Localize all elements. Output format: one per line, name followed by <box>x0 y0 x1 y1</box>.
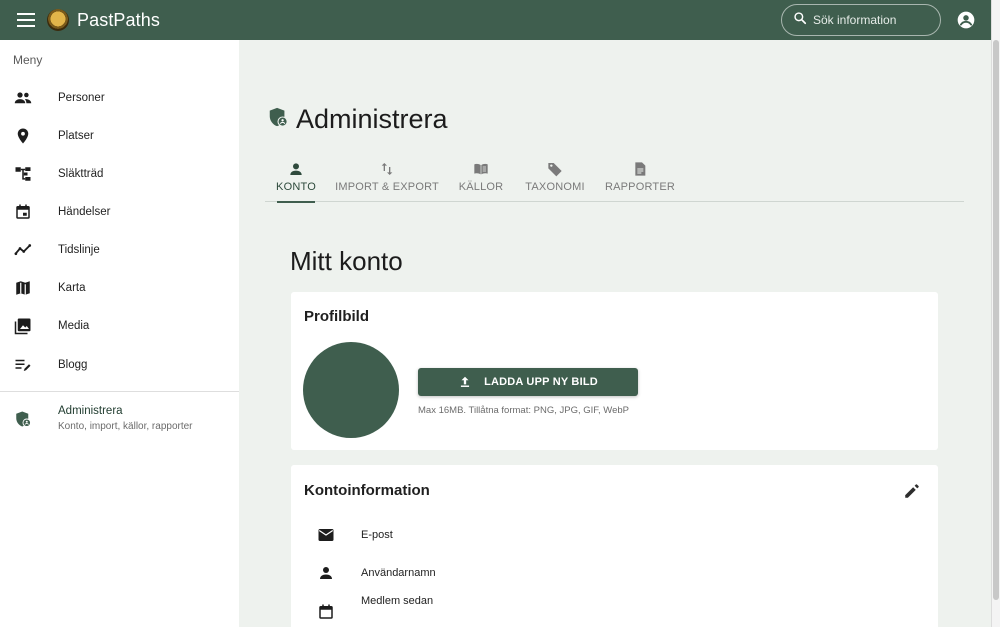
sidebar-item-platser[interactable]: Platser <box>0 117 239 155</box>
sidebar-item-label: Platser <box>58 130 94 142</box>
sidebar-divider <box>0 391 239 392</box>
calendar-icon <box>14 203 32 221</box>
app-bar: PastPaths <box>0 0 991 40</box>
sidebar-item-karta[interactable]: Karta <box>0 269 239 307</box>
tab-label: IMPORT & EXPORT <box>335 181 439 193</box>
account-circle-icon[interactable] <box>956 10 976 30</box>
sidebar-item-label: Administrera <box>58 405 123 417</box>
person-icon <box>317 564 335 582</box>
scrollbar-thumb[interactable] <box>993 40 999 600</box>
search-box[interactable] <box>781 4 941 36</box>
sidebar-item-label: Tidslinje <box>58 244 100 256</box>
import-export-icon <box>379 161 395 177</box>
tab-import-export[interactable]: IMPORT & EXPORT <box>335 155 439 202</box>
tab-taxonomi[interactable]: TAXONOMI <box>525 155 585 202</box>
sidebar-item-media[interactable]: Media <box>0 307 239 345</box>
search-icon <box>793 11 807 30</box>
app-title[interactable]: PastPaths <box>77 10 160 31</box>
document-icon <box>632 161 648 177</box>
tab-konto[interactable]: KONTO <box>276 155 316 203</box>
people-icon <box>14 89 32 107</box>
tab-rapporter[interactable]: RAPPORTER <box>604 155 676 202</box>
sidebar-item-personer[interactable]: Personer <box>0 79 239 117</box>
page-header: Administrera <box>267 104 448 135</box>
page-title: Administrera <box>296 104 448 134</box>
tab-label: RAPPORTER <box>604 181 676 193</box>
edit-notes-icon <box>14 356 32 374</box>
info-row-member-since: Medlem sedan <box>317 595 433 621</box>
tab-kallor[interactable]: KÄLLOR <box>459 155 503 202</box>
profile-picture-card: Profilbild LADDA UPP NY BILD Max 16MB. T… <box>291 292 938 450</box>
avatar <box>303 342 399 438</box>
family-tree-icon <box>14 165 32 183</box>
sidebar-item-slakttrad[interactable]: Släktträd <box>0 155 239 193</box>
upload-hint: Max 16MB. Tillåtna format: PNG, JPG, GIF… <box>418 405 629 416</box>
sidebar-item-label: Händelser <box>58 206 111 218</box>
admin-tabs: KONTO IMPORT & EXPORT KÄLLOR TAXONOMI RA… <box>265 155 964 203</box>
mail-icon <box>317 526 335 544</box>
tab-label: KÄLLOR <box>458 181 504 193</box>
page-scrollbar[interactable] <box>991 0 1000 627</box>
section-title: Mitt konto <box>290 246 403 276</box>
info-label: Användarnamn <box>361 567 436 579</box>
upload-icon <box>460 376 470 387</box>
upload-button-label: LADDA UPP NY BILD <box>484 376 598 388</box>
book-icon <box>473 161 489 177</box>
sidebar-item-label: Personer <box>58 92 105 104</box>
sidebar-item-sublabel: Konto, import, källor, rapporter <box>58 421 193 432</box>
map-icon <box>14 279 32 297</box>
admin-shield-icon <box>14 410 32 428</box>
info-row-email: E-post <box>317 526 393 544</box>
sidebar-item-label: Släktträd <box>58 168 104 180</box>
account-info-card: Kontoinformation E-post Användarnamn Med… <box>291 465 938 627</box>
tab-label: TAXONOMI <box>525 181 585 193</box>
person-icon <box>288 161 304 177</box>
admin-shield-icon <box>267 106 289 133</box>
card-title: Profilbild <box>304 308 369 325</box>
tab-label: KONTO <box>276 181 316 193</box>
info-label: Medlem sedan <box>361 595 434 607</box>
info-row-username: Användarnamn <box>317 564 436 582</box>
search-input[interactable] <box>813 13 933 27</box>
edit-pencil-icon[interactable] <box>903 482 921 500</box>
menu-icon[interactable] <box>14 8 38 32</box>
sidebar-item-label: Karta <box>58 282 86 294</box>
timeline-icon <box>14 241 32 259</box>
app-logo[interactable] <box>47 9 69 31</box>
sidebar-item-handelser[interactable]: Händelser <box>0 193 239 231</box>
calendar-icon <box>317 603 335 621</box>
card-title: Kontoinformation <box>304 482 430 499</box>
sidebar-item-administrera[interactable]: Administrera Konto, import, källor, rapp… <box>0 400 239 438</box>
info-label: E-post <box>361 529 393 541</box>
image-icon <box>14 317 32 335</box>
sidebar: Meny Personer Platser Släktträd Händelse… <box>0 40 239 627</box>
location-pin-icon <box>14 127 32 145</box>
sidebar-item-blogg[interactable]: Blogg <box>0 346 239 384</box>
sidebar-item-tidslinje[interactable]: Tidslinje <box>0 231 239 269</box>
sidebar-item-label: Blogg <box>58 359 88 371</box>
tag-icon <box>547 161 563 177</box>
upload-image-button[interactable]: LADDA UPP NY BILD <box>418 368 638 396</box>
sidebar-heading: Meny <box>13 53 43 67</box>
sidebar-item-label: Media <box>58 320 90 332</box>
